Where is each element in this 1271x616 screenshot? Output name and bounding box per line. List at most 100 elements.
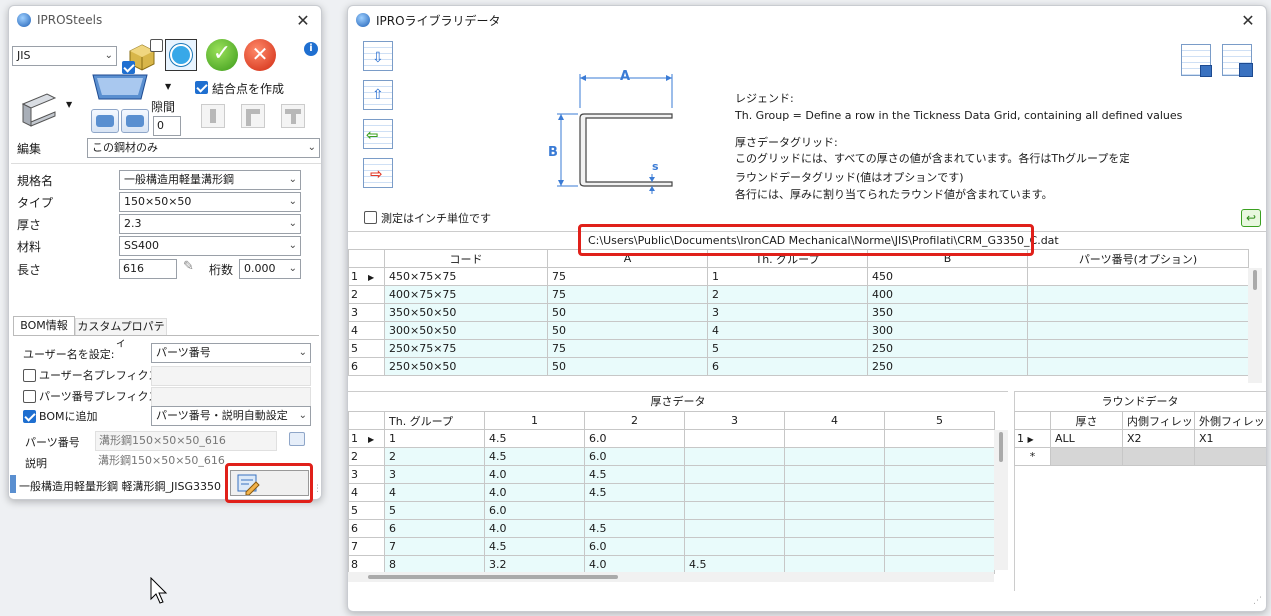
table-cell[interactable] xyxy=(1027,303,1249,322)
table-cell[interactable] xyxy=(884,429,995,448)
align-left-button[interactable] xyxy=(91,109,119,133)
col-header[interactable]: 外側フィレット xyxy=(1194,411,1266,430)
standard-select[interactable]: JIS ⌄ xyxy=(12,46,117,66)
row-header[interactable]: 6 xyxy=(348,357,385,376)
shape-dropdown-icon[interactable]: ▼ xyxy=(165,82,171,91)
table-row[interactable]: 6 250×50×50 50 6 250 xyxy=(348,357,1249,376)
col-header[interactable]: パーツ番号(オプション) xyxy=(1027,249,1249,268)
option-checkbox[interactable] xyxy=(150,39,163,52)
table-cell[interactable]: X2 xyxy=(1122,429,1195,448)
row-header[interactable]: 4 xyxy=(348,321,385,340)
row-header[interactable]: 6 xyxy=(348,519,385,538)
table-row[interactable]: 5 250×75×75 75 5 250 xyxy=(348,339,1249,358)
table-cell[interactable] xyxy=(584,501,685,520)
table-cell[interactable]: 6 xyxy=(707,357,868,376)
prop-select-standard[interactable]: 一般構造用軽量溝形鋼 ⌄ xyxy=(119,170,301,190)
table-cell[interactable] xyxy=(684,447,785,466)
table-cell[interactable] xyxy=(784,429,885,448)
table-cell[interactable]: 6.0 xyxy=(584,429,685,448)
table-cell[interactable]: 300×50×50 xyxy=(384,321,548,340)
prop-select-type[interactable]: 150×50×50 ⌄ xyxy=(119,192,301,212)
main-grid[interactable]: コード A Th. グループ B パーツ番号(オプション) 1 ▶ 450×75×7… xyxy=(348,249,1249,376)
channel-profile-icon[interactable] xyxy=(19,90,61,130)
table-cell[interactable]: 4.5 xyxy=(584,483,685,502)
table-cell[interactable]: 450 xyxy=(867,267,1028,286)
add-row-icon[interactable]: ⇦ xyxy=(363,119,393,149)
col-header[interactable]: 4 xyxy=(784,411,885,430)
part-no-edit-icon[interactable] xyxy=(289,432,305,446)
insert-row-below-icon[interactable]: ⇩ xyxy=(363,41,393,71)
table-cell[interactable] xyxy=(784,519,885,538)
section-shape-icon[interactable] xyxy=(91,72,149,102)
table-cell[interactable]: 4.0 xyxy=(584,555,685,574)
table-cell[interactable]: 350 xyxy=(867,303,1028,322)
col-header[interactable]: 5 xyxy=(884,411,995,430)
table-cell[interactable] xyxy=(884,447,995,466)
main-grid-scrollbar[interactable] xyxy=(1248,268,1262,383)
rotate-180-button[interactable] xyxy=(281,104,305,128)
table-cell[interactable]: 6 xyxy=(384,519,485,538)
table-cell[interactable] xyxy=(784,537,885,556)
table-cell[interactable]: 6.0 xyxy=(584,447,685,466)
table-cell[interactable] xyxy=(684,519,785,538)
row-header[interactable]: 8 xyxy=(348,555,385,574)
rotate-0-button[interactable] xyxy=(201,104,225,128)
row-header[interactable]: 4 xyxy=(348,483,385,502)
record-button[interactable] xyxy=(165,39,197,71)
table-cell[interactable]: 5 xyxy=(707,339,868,358)
table-cell[interactable]: 8 xyxy=(384,555,485,574)
table-row[interactable]: 8 8 3.2 4.0 4.5 xyxy=(348,555,995,574)
table-cell[interactable] xyxy=(784,555,885,574)
table-cell[interactable]: 350×50×50 xyxy=(384,303,548,322)
row-header[interactable]: 3 xyxy=(348,465,385,484)
thickness-hscroll[interactable] xyxy=(348,572,994,582)
table-cell[interactable] xyxy=(884,537,995,556)
table-cell[interactable]: 2 xyxy=(384,447,485,466)
save-as-icon[interactable] xyxy=(1222,44,1253,77)
close-icon[interactable]: ✕ xyxy=(293,11,313,30)
table-cell[interactable]: 4.5 xyxy=(584,465,685,484)
table-cell[interactable] xyxy=(1027,321,1249,340)
col-header[interactable]: 内側フィレット xyxy=(1122,411,1195,430)
table-cell[interactable] xyxy=(1194,447,1266,466)
bom-add-checkbox[interactable] xyxy=(23,410,36,423)
table-cell[interactable]: 4.5 xyxy=(484,537,585,556)
save-grid-icon[interactable] xyxy=(1181,44,1212,77)
edit-select[interactable]: この鋼材のみ ⌄ xyxy=(87,138,320,158)
row-header[interactable]: 2 xyxy=(348,447,385,466)
profile-dropdown-icon[interactable]: ▼ xyxy=(66,100,72,109)
row-header[interactable]: 1 ▶ xyxy=(348,429,385,448)
new-row[interactable]: * xyxy=(1014,447,1266,466)
table-cell[interactable] xyxy=(684,483,785,502)
resize-grip-icon[interactable]: ⋮ xyxy=(313,484,321,494)
table-cell[interactable]: 400 xyxy=(867,285,1028,304)
rotate-90-button[interactable] xyxy=(241,104,265,128)
table-cell[interactable] xyxy=(1027,357,1249,376)
cancel-button[interactable]: ✕ xyxy=(244,39,276,71)
table-cell[interactable]: 4.5 xyxy=(584,519,685,538)
row-header[interactable]: 3 xyxy=(348,303,385,322)
table-cell[interactable]: 4.0 xyxy=(484,483,585,502)
part-prefix-checkbox[interactable] xyxy=(23,390,36,403)
table-cell[interactable]: 6.0 xyxy=(484,501,585,520)
digits-select[interactable]: 0.000 ⌄ xyxy=(239,259,301,279)
bom-add-select[interactable]: パーツ番号・説明自動設定 ⌄ xyxy=(151,406,311,426)
table-row[interactable]: 3 350×50×50 50 3 350 xyxy=(348,303,1249,322)
prop-select-material[interactable]: SS400 ⌄ xyxy=(119,236,301,256)
table-row[interactable]: 1 ▶ ALL X2 X1 xyxy=(1014,429,1266,448)
row-header[interactable]: 5 xyxy=(348,501,385,520)
table-cell[interactable]: 3 xyxy=(707,303,868,322)
table-cell[interactable]: 250×75×75 xyxy=(384,339,548,358)
scroll-thumb[interactable] xyxy=(1253,270,1257,290)
table-row[interactable]: 1 ▶ 450×75×75 75 1 450 xyxy=(348,267,1249,286)
table-cell[interactable]: 4 xyxy=(707,321,868,340)
table-cell[interactable] xyxy=(884,519,995,538)
table-cell[interactable]: 50 xyxy=(547,321,708,340)
ok-button[interactable]: ✓ xyxy=(206,39,238,71)
row-header[interactable]: 1 ▶ xyxy=(1014,429,1051,448)
table-cell[interactable] xyxy=(784,501,885,520)
resize-grip-icon[interactable]: ⋰ xyxy=(1253,596,1262,606)
insert-row-above-icon[interactable]: ⇧ xyxy=(363,80,393,110)
table-row[interactable]: 4 300×50×50 50 4 300 xyxy=(348,321,1249,340)
tab-bom-info[interactable]: BOM情報 xyxy=(13,316,75,336)
